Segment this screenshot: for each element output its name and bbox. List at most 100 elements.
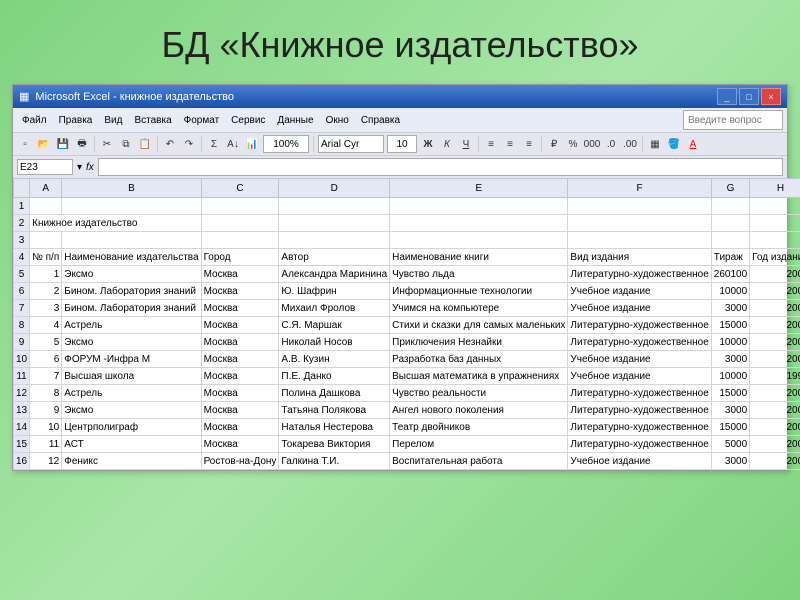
align-center-icon[interactable]: ≡ [502,136,518,152]
row-header[interactable]: 1 [14,198,30,215]
table-row[interactable]: 1410ЦентрполиграфМоскваНаталья Нестерова… [14,419,800,436]
align-left-icon[interactable]: ≡ [483,136,499,152]
col-header[interactable]: E [390,179,568,198]
table-row[interactable]: 128АстрельМоскваПолина ДашковаЧувство ре… [14,385,800,402]
field-header[interactable]: № п/п [30,249,62,266]
col-header[interactable]: G [711,179,749,198]
menu-insert[interactable]: Вставка [129,114,176,127]
underline-icon[interactable]: Ч [458,136,474,152]
field-header[interactable]: Наименование книги [390,249,568,266]
row-header[interactable]: 14 [14,419,30,436]
fill-color-icon[interactable]: 🪣 [666,136,682,152]
formula-input[interactable] [98,158,783,176]
sort-asc-icon[interactable]: A↓ [225,136,241,152]
menubar: Файл Правка Вид Вставка Формат Сервис Да… [13,108,787,132]
row-header[interactable]: 12 [14,385,30,402]
menu-file[interactable]: Файл [17,114,52,127]
excel-window: ▦ Microsoft Excel - книжное издательство… [12,84,788,471]
standard-toolbar: ▫ 📂 💾 🖶 ✂ ⧉ 📋 ↶ ↷ Σ A↓ 📊 Ж К Ч ≡ ≡ ≡ ₽ %… [13,132,787,156]
percent-icon[interactable]: % [565,136,581,152]
minimize-button[interactable]: _ [717,88,737,105]
menu-format[interactable]: Формат [179,114,225,127]
dropdown-icon[interactable]: ▾ [77,162,82,173]
name-box[interactable] [17,159,73,175]
col-header[interactable]: A [30,179,62,198]
copy-icon[interactable]: ⧉ [118,136,134,152]
col-header[interactable]: C [201,179,279,198]
row-header[interactable]: 11 [14,368,30,385]
align-right-icon[interactable]: ≡ [521,136,537,152]
row-header[interactable]: 9 [14,334,30,351]
row-header[interactable]: 6 [14,283,30,300]
field-header[interactable]: Вид издания [568,249,711,266]
font-color-icon[interactable]: A [685,136,701,152]
table-row[interactable]: 51ЭксмоМоскваАлександра МарининаЧувство … [14,266,800,283]
titlebar-text: Microsoft Excel - книжное издательство [35,91,234,103]
col-header[interactable]: B [62,179,201,198]
table-row[interactable]: 117Высшая школаМоскваП.Е. ДанкоВысшая ма… [14,368,800,385]
field-header[interactable]: Тираж [711,249,749,266]
menu-window[interactable]: Окно [321,114,354,127]
table-row[interactable]: 62Бином. Лаборатория знанийМоскваЮ. Шафр… [14,283,800,300]
redo-icon[interactable]: ↷ [181,136,197,152]
row-header[interactable]: 7 [14,300,30,317]
table-row[interactable]: 1511АСТМоскваТокарева ВикторияПереломЛит… [14,436,800,453]
increase-decimal-icon[interactable]: .00 [622,136,638,152]
paste-icon[interactable]: 📋 [137,136,153,152]
table-row[interactable]: 84АстрельМоскваС.Я. МаршакСтихи и сказки… [14,317,800,334]
close-button[interactable]: × [761,88,781,105]
menu-help[interactable]: Справка [356,114,405,127]
spreadsheet-grid[interactable]: ABCDEFGHIJK12Книжное издательство34№ п/п… [13,178,787,470]
row-header[interactable]: 4 [14,249,30,266]
open-icon[interactable]: 📂 [36,136,52,152]
zoom-select[interactable] [263,135,309,153]
menu-edit[interactable]: Правка [54,114,98,127]
maximize-button[interactable]: □ [739,88,759,105]
col-header[interactable]: H [750,179,800,198]
field-header[interactable]: Наименование издательства [62,249,201,266]
currency-icon[interactable]: ₽ [546,136,562,152]
col-header[interactable]: F [568,179,711,198]
table-row[interactable]: 106ФОРУМ -Инфра ММоскваА.В. КузинРазрабо… [14,351,800,368]
bold-icon[interactable]: Ж [420,136,436,152]
sheet-caption: Книжное издательство [30,215,201,232]
menu-view[interactable]: Вид [99,114,127,127]
chart-icon[interactable]: 📊 [244,136,260,152]
sum-icon[interactable]: Σ [206,136,222,152]
row-header[interactable]: 10 [14,351,30,368]
print-icon[interactable]: 🖶 [74,136,90,152]
table-row[interactable]: 1612ФениксРостов-на-ДонуГалкина Т.И.Восп… [14,453,800,470]
help-search-input[interactable] [683,110,783,130]
undo-icon[interactable]: ↶ [162,136,178,152]
italic-icon[interactable]: К [439,136,455,152]
row-header[interactable]: 8 [14,317,30,334]
field-header[interactable]: Город [201,249,279,266]
borders-icon[interactable]: ▦ [647,136,663,152]
col-header[interactable]: D [279,179,390,198]
save-icon[interactable]: 💾 [55,136,71,152]
row-header[interactable]: 15 [14,436,30,453]
slide-title: БД «Книжное издательство» [0,0,800,84]
field-header[interactable]: Год издания [750,249,800,266]
table-row[interactable]: 139ЭксмоМоскваТатьяна ПоляковаАнгел ново… [14,402,800,419]
comma-icon[interactable]: 000 [584,136,600,152]
row-header[interactable]: 16 [14,453,30,470]
table-row[interactable]: 95ЭксмоМоскваНиколай НосовПриключения Не… [14,334,800,351]
cut-icon[interactable]: ✂ [99,136,115,152]
menu-tools[interactable]: Сервис [226,114,270,127]
fx-icon[interactable]: fx [86,162,94,173]
table-row[interactable]: 73Бином. Лаборатория знанийМоскваМихаил … [14,300,800,317]
row-header[interactable]: 2 [14,215,30,232]
font-size-select[interactable] [387,135,417,153]
menu-data[interactable]: Данные [272,114,318,127]
row-header[interactable]: 13 [14,402,30,419]
font-name-select[interactable] [318,135,384,153]
row-header[interactable]: 3 [14,232,30,249]
formula-bar: ▾ fx [13,156,787,178]
titlebar[interactable]: ▦ Microsoft Excel - книжное издательство… [13,85,787,108]
new-icon[interactable]: ▫ [17,136,33,152]
row-header[interactable]: 5 [14,266,30,283]
excel-icon: ▦ [19,90,29,103]
field-header[interactable]: Автор [279,249,390,266]
decrease-decimal-icon[interactable]: .0 [603,136,619,152]
